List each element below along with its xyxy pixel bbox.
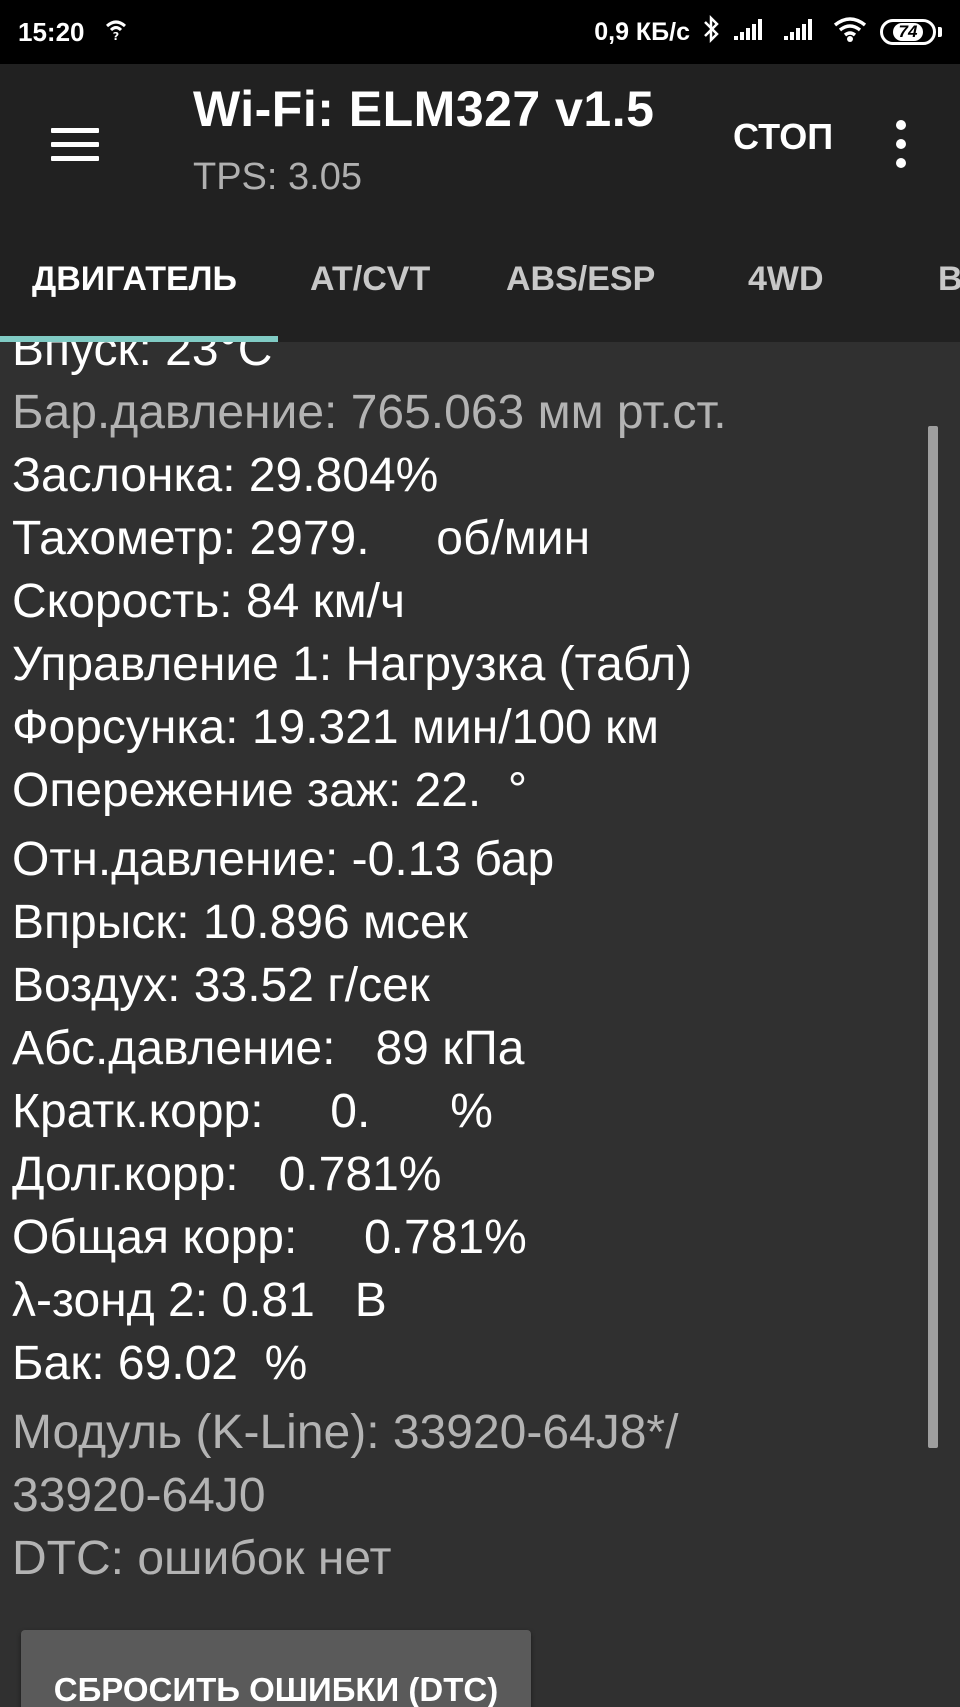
hotspot-icon: ? <box>103 16 129 49</box>
param-row: Заслонка: 29.804% <box>12 449 439 502</box>
svg-text:?: ? <box>112 30 118 42</box>
parameters-panel[interactable]: Впуск: 23°C Бар.давление: 765.063 мм рт.… <box>0 342 960 1707</box>
param-row: Форсунка: 19.321 мин/100 км <box>12 701 660 754</box>
tab-engine[interactable]: ДВИГАТЕЛЬ <box>32 260 237 299</box>
tab-bar: ДВИГАТЕЛЬ AT/CVT ABS/ESP 4WD B <box>0 230 960 342</box>
param-row: Абс.давление: 89 кПа <box>12 1022 525 1075</box>
tab-abs-esp[interactable]: ABS/ESP <box>506 260 655 299</box>
param-row: Управление 1: Нагрузка (табл) <box>12 638 693 691</box>
battery-icon: 74 <box>880 19 942 45</box>
param-row: Долг.корр: 0.781% <box>12 1148 442 1201</box>
module-line: Модуль (K-Line): 33920-64J8*/ <box>12 1406 679 1459</box>
param-row: Отн.давление: -0.13 бар <box>12 833 555 886</box>
network-speed: 0,9 КБ/с <box>594 17 690 46</box>
param-row: Кратк.корр: 0. % <box>12 1085 493 1138</box>
param-row: λ-зонд 2: 0.81 В <box>12 1274 387 1327</box>
wifi-icon <box>832 15 868 50</box>
signal-icon <box>782 16 820 49</box>
app-title: Wi-Fi: ELM327 v1.5 <box>193 81 655 137</box>
bluetooth-icon <box>702 14 720 51</box>
tab-4wd[interactable]: 4WD <box>748 260 824 299</box>
param-row: Бак: 69.02 % <box>12 1337 308 1390</box>
status-right: 0,9 КБ/с 74 <box>594 14 942 51</box>
parameter-list: Впуск: 23°C Бар.давление: 765.063 мм рт.… <box>12 342 932 1590</box>
scrollbar[interactable] <box>928 426 938 1448</box>
reset-dtc-button[interactable]: СБРОСИТЬ ОШИБКИ (DTC) <box>21 1630 531 1707</box>
param-row: Воздух: 33.52 г/сек <box>12 959 430 1012</box>
battery-level: 74 <box>892 23 924 41</box>
param-row: Опережение заж: 22. ° <box>12 764 528 817</box>
module-line: 33920-64J0 <box>12 1469 266 1522</box>
param-row: Впрыск: 10.896 мсек <box>12 896 468 949</box>
app-bar: Wi-Fi: ELM327 v1.5 TPS: 3.05 СТОП <box>0 64 960 230</box>
status-bar: 15:20 ? 0,9 КБ/с 74 <box>0 0 960 64</box>
param-row: Тахометр: 2979. об/мин <box>12 512 591 565</box>
tab-at-cvt[interactable]: AT/CVT <box>310 260 430 299</box>
param-row: Бар.давление: 765.063 мм рт.ст. <box>12 386 727 439</box>
more-options-icon[interactable] <box>884 114 918 174</box>
param-row: Общая корр: 0.781% <box>12 1211 527 1264</box>
status-time: 15:20 <box>18 16 85 47</box>
signal-icon <box>732 16 770 49</box>
app-subtitle: TPS: 3.05 <box>193 156 362 198</box>
param-row: Скорость: 84 км/ч <box>12 575 406 628</box>
dtc-status: DTC: ошибок нет <box>12 1532 392 1585</box>
stop-button[interactable]: СТОП <box>733 116 833 158</box>
menu-icon[interactable] <box>42 114 108 174</box>
tab-partial[interactable]: B <box>938 260 960 299</box>
param-row: Впуск: 23°C <box>12 342 273 376</box>
